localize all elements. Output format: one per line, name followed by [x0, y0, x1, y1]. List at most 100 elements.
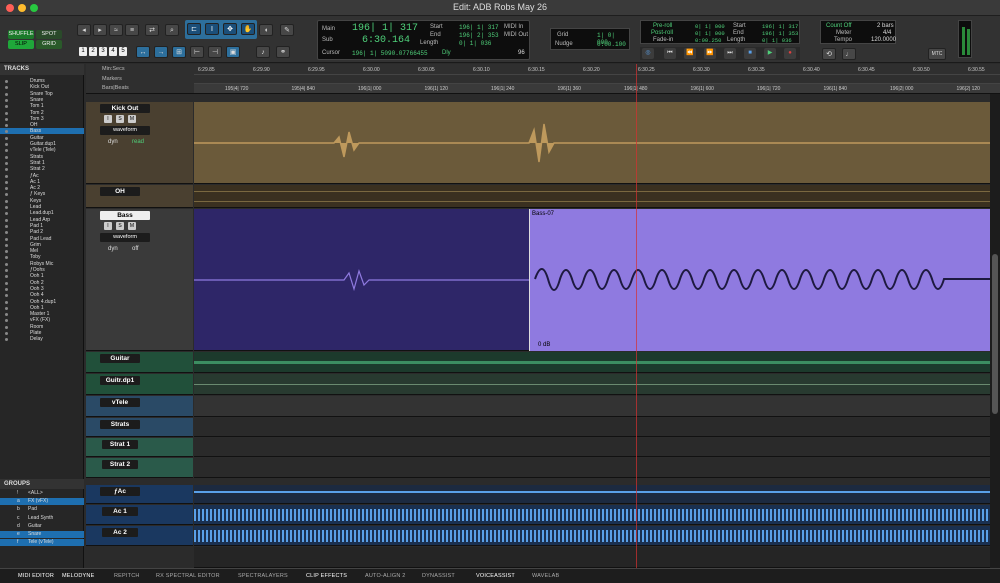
track-visibility-dot[interactable] — [5, 332, 8, 335]
track-header-strat-1[interactable]: Strat 1 — [86, 438, 193, 457]
track-list-item[interactable]: Ooh 4 — [0, 292, 84, 298]
track-visibility-dot[interactable] — [5, 180, 8, 184]
track-visibility-dot[interactable] — [5, 294, 8, 298]
track-visibility-dot[interactable] — [5, 136, 8, 140]
track-header-strat-2[interactable]: Strat 2 — [86, 458, 193, 478]
tab-repitch[interactable]: REPITCH — [114, 573, 140, 579]
play-icon[interactable]: ▶ — [764, 48, 776, 59]
playhead-line[interactable] — [636, 64, 637, 568]
track-visibility-dot[interactable] — [5, 187, 8, 191]
fadein-value[interactable]: 0:00.250 — [695, 37, 721, 44]
track-visibility-dot[interactable] — [5, 287, 8, 291]
track-header-ac-2[interactable]: Ac 2 — [86, 526, 193, 546]
track-list-item[interactable]: Robys Mic — [0, 261, 84, 267]
track-list-item[interactable]: Snare — [0, 97, 84, 103]
track-visibility-dot[interactable] — [5, 111, 8, 115]
track-visibility-dot[interactable] — [5, 243, 8, 247]
track-name-strat-2[interactable]: Strat 2 — [102, 460, 138, 469]
track-name-vtele[interactable]: vTele — [100, 398, 140, 407]
track-header-bass[interactable]: Bass I S M waveform dyn off — [86, 209, 193, 351]
guitar-clip[interactable] — [194, 352, 990, 373]
track-list-item[interactable]: Tom 1 — [0, 103, 84, 109]
track-name-guitar[interactable]: Guitar — [100, 354, 140, 363]
tab-spectralayers[interactable]: SPECTRALAYERS — [238, 573, 288, 579]
track-visibility-dot[interactable] — [5, 300, 8, 304]
link-timeline-icon[interactable]: ↔ — [136, 46, 150, 58]
dly-indicator[interactable]: Dly — [442, 50, 451, 56]
rewind-icon[interactable]: ⏪ — [684, 48, 696, 59]
track-visibility-dot[interactable] — [5, 325, 8, 329]
track-name-fac[interactable]: ƒAc — [100, 487, 140, 496]
track-list-item[interactable]: Pad 1 — [0, 223, 84, 229]
track-list-item[interactable]: Ac 2 — [0, 185, 84, 191]
bass-clip-region[interactable]: Bass-07 0 dB — [194, 209, 990, 351]
track-visibility-dot[interactable] — [5, 237, 8, 241]
tab-melodyne[interactable]: MELODYNE — [62, 573, 94, 579]
track-visibility-dot[interactable] — [5, 338, 8, 342]
track-list-item[interactable]: Strat 2 — [0, 166, 84, 172]
track-header-kick-out[interactable]: Kick Out I S M waveform dyn read — [86, 102, 193, 184]
tab-wavelab[interactable]: WAVELAB — [532, 573, 559, 579]
count-off-label[interactable]: Count Off — [826, 23, 852, 29]
track-list-item[interactable]: Delay — [0, 336, 84, 342]
track-list-item[interactable]: Strats — [0, 154, 84, 160]
mirror-midi-icon[interactable]: ⊞ — [172, 46, 186, 58]
track-header-guitar[interactable]: Guitar — [86, 352, 193, 373]
track-list-item[interactable]: OH — [0, 122, 84, 128]
zoom-preset-3[interactable]: 3 — [99, 47, 107, 56]
zoom-preset-4[interactable]: 4 — [109, 47, 117, 56]
group-list-item[interactable]: e Snare — [0, 531, 84, 538]
tool-option-1-icon[interactable]: ⊢ — [190, 46, 204, 58]
track-list-item[interactable]: Plate — [0, 330, 84, 336]
track-list-item[interactable]: Drums — [0, 78, 84, 84]
track-visibility-dot[interactable] — [5, 124, 8, 128]
track-list-item[interactable]: Kick Out — [0, 84, 84, 90]
group-list-item[interactable]: f Tele (vTele) — [0, 539, 84, 547]
track-list-item[interactable]: Room — [0, 324, 84, 330]
fac-clip[interactable] — [194, 485, 990, 504]
track-visibility-dot[interactable] — [5, 98, 8, 102]
fast-forward-icon[interactable]: ⏩ — [704, 48, 716, 59]
track-visibility-dot[interactable] — [5, 199, 8, 203]
go-to-end-icon[interactable]: ⏭ — [724, 48, 736, 59]
track-list-item[interactable]: Lead Arp — [0, 217, 84, 223]
metronome-icon[interactable]: ♩ — [842, 48, 856, 60]
tab-to-transient-icon[interactable]: → — [154, 46, 168, 58]
speaker-icon[interactable]: ♪ — [256, 46, 270, 58]
track-list-item[interactable]: Keys — [0, 198, 84, 204]
track-visibility-dot[interactable] — [5, 161, 8, 165]
grid-mode-button[interactable]: GRID — [36, 40, 62, 49]
track-list-item[interactable]: Guitar — [0, 135, 84, 141]
track-visibility-dot[interactable] — [5, 275, 8, 279]
track-visibility-dot[interactable] — [5, 92, 8, 96]
group-list-item[interactable]: b Pad — [0, 506, 84, 513]
group-list-item[interactable]: ! <ALL> — [0, 490, 84, 497]
group-list-item[interactable]: a FX (vFX) — [0, 498, 84, 506]
track-visibility-dot[interactable] — [5, 212, 8, 216]
solo-button[interactable]: S — [116, 115, 124, 123]
smart-tool-icon[interactable]: ✋ — [241, 23, 255, 35]
track-list-item[interactable]: Bass — [0, 128, 84, 135]
end-value[interactable]: 196| 2| 353 — [459, 32, 499, 39]
track-visibility-dot[interactable] — [5, 174, 8, 178]
strats-clip[interactable] — [194, 418, 990, 437]
spot-mode-button[interactable]: SPOT — [36, 30, 62, 39]
tab-auto-align-2[interactable]: AUTO-ALIGN 2 — [365, 573, 406, 579]
zoom-toggle-icon[interactable]: ⇄ — [145, 24, 159, 36]
track-list-item[interactable]: ƒAc — [0, 173, 84, 179]
track-list-item[interactable]: Pad Lead — [0, 236, 84, 242]
zoomer-tool-icon[interactable]: ⌕ — [165, 24, 179, 36]
track-list-item[interactable]: Ooh 1 — [0, 305, 84, 311]
tab-midi-editor[interactable]: MIDI EDITOR — [18, 573, 54, 579]
track-visibility-dot[interactable] — [5, 306, 8, 310]
track-list-item[interactable]: Guitar.dup1 — [0, 141, 84, 147]
track-list-item[interactable]: ƒOohs — [0, 267, 84, 273]
tracks-panel-header[interactable]: TRACKS — [0, 64, 84, 75]
transport-start-value[interactable]: 196| 1| 317 — [762, 23, 798, 30]
track-visibility-dot[interactable] — [5, 130, 8, 134]
track-visibility-dot[interactable] — [5, 269, 8, 272]
return-to-zero-icon[interactable]: ⏮ — [664, 48, 676, 59]
ac-1-clip[interactable] — [194, 505, 990, 525]
bass-input-monitor-button[interactable]: I — [104, 222, 112, 230]
bass-track-view-selector[interactable]: waveform — [100, 233, 150, 242]
